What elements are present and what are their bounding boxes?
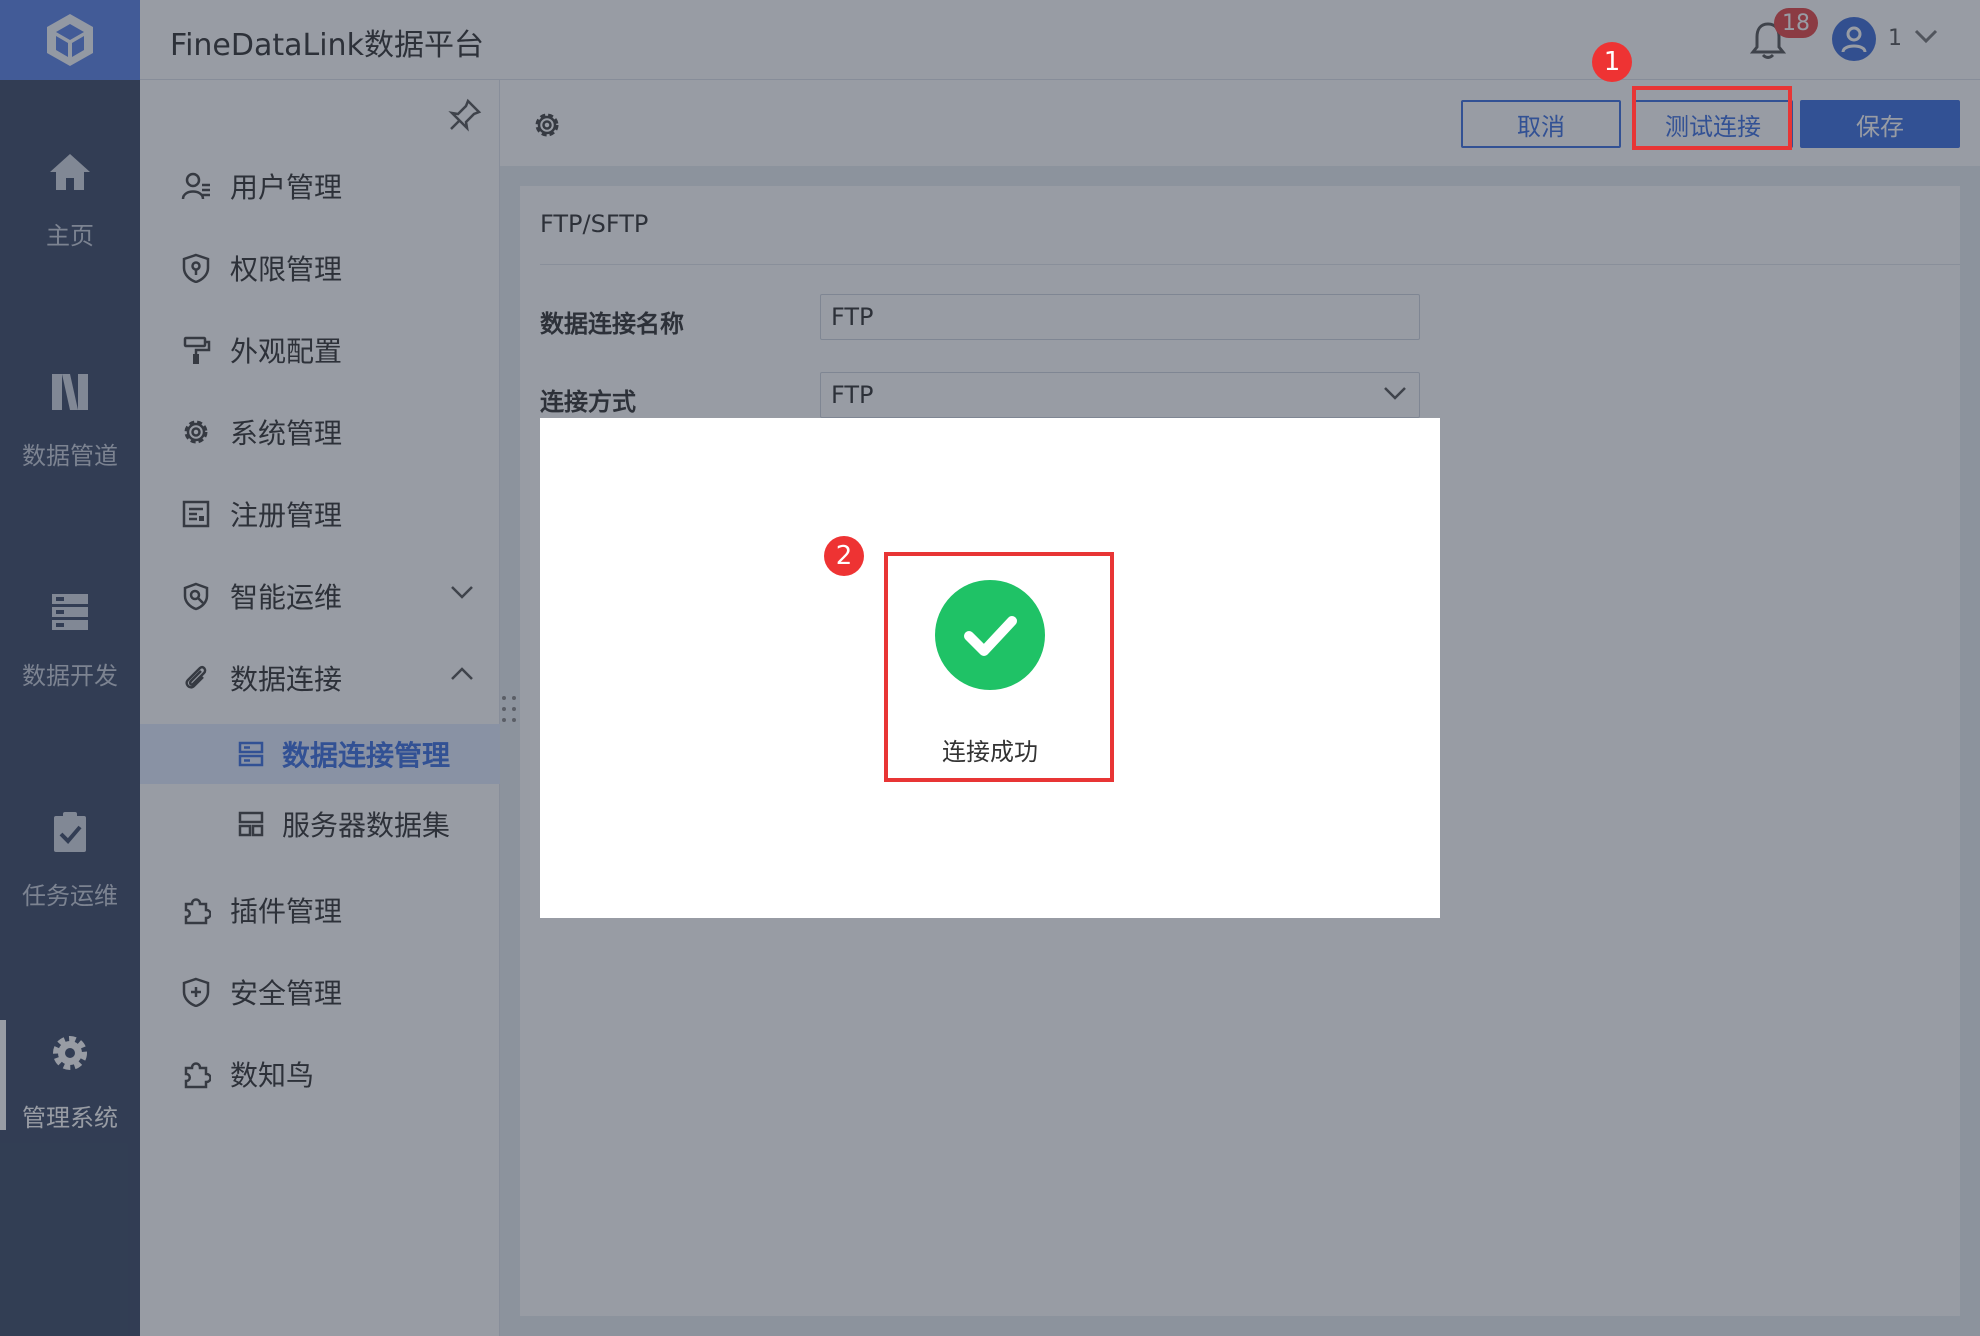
step-marker-2: 2 [824, 536, 864, 576]
highlight-box-success [884, 552, 1114, 782]
highlight-box-test-connection [1632, 86, 1792, 150]
step-marker-1: 1 [1592, 42, 1632, 82]
